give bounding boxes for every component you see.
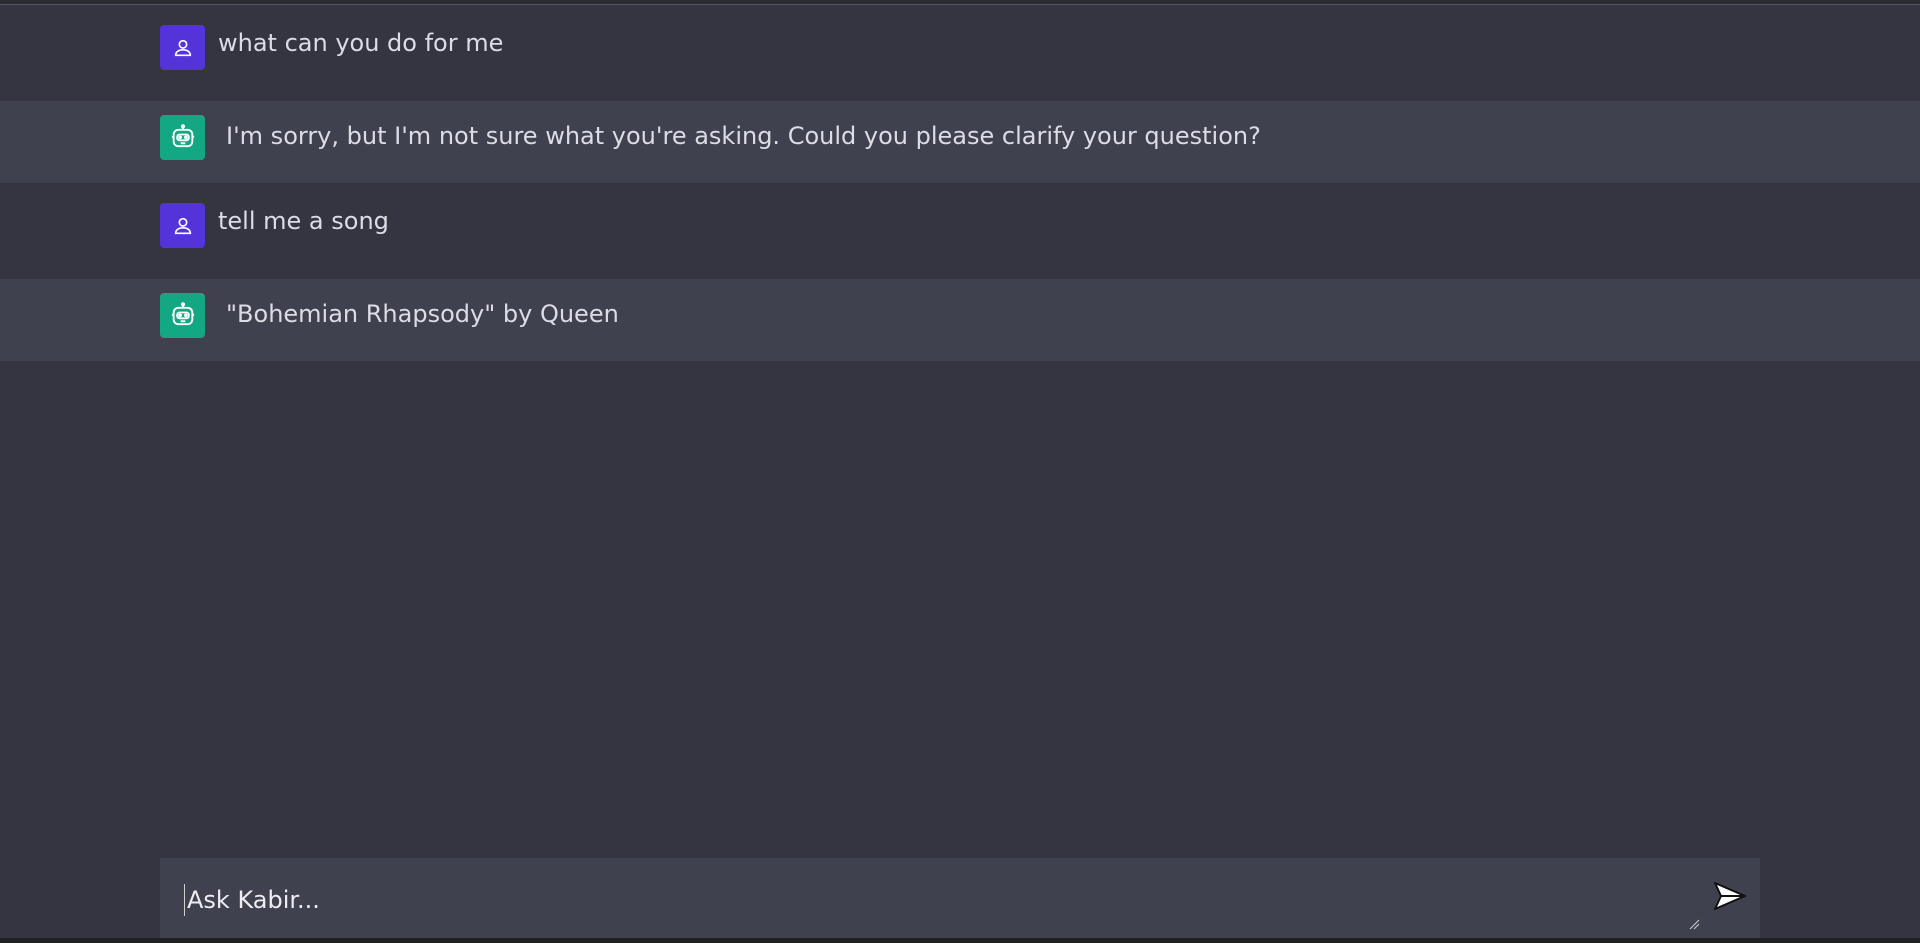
message-text: "Bohemian Rhapsody" by Queen: [226, 300, 619, 328]
robot-icon: [171, 123, 194, 147]
user-avatar: [160, 25, 205, 70]
message-row-user: tell me a song: [0, 183, 1920, 279]
window-bottom-border: [0, 938, 1920, 943]
message-text: what can you do for me: [218, 29, 504, 57]
message-text: tell me a song: [218, 207, 389, 235]
user-icon: [174, 217, 191, 234]
chat-thread: what can you do for me I'm sorry, but I'…: [0, 5, 1920, 361]
message-text: I'm sorry, but I'm not sure what you're …: [226, 122, 1261, 150]
prompt-input[interactable]: [184, 884, 1664, 916]
user-icon: [174, 39, 191, 56]
send-icon[interactable]: [1712, 880, 1748, 912]
message-row-user: what can you do for me: [0, 5, 1920, 101]
assistant-avatar: [160, 293, 205, 338]
resize-grip-icon[interactable]: [1688, 918, 1700, 930]
robot-icon: [171, 301, 194, 325]
user-avatar: [160, 203, 205, 248]
assistant-avatar: [160, 115, 205, 160]
message-row-assistant: I'm sorry, but I'm not sure what you're …: [0, 101, 1920, 183]
message-row-assistant: "Bohemian Rhapsody" by Queen: [0, 279, 1920, 361]
prompt-composer: [160, 858, 1760, 938]
